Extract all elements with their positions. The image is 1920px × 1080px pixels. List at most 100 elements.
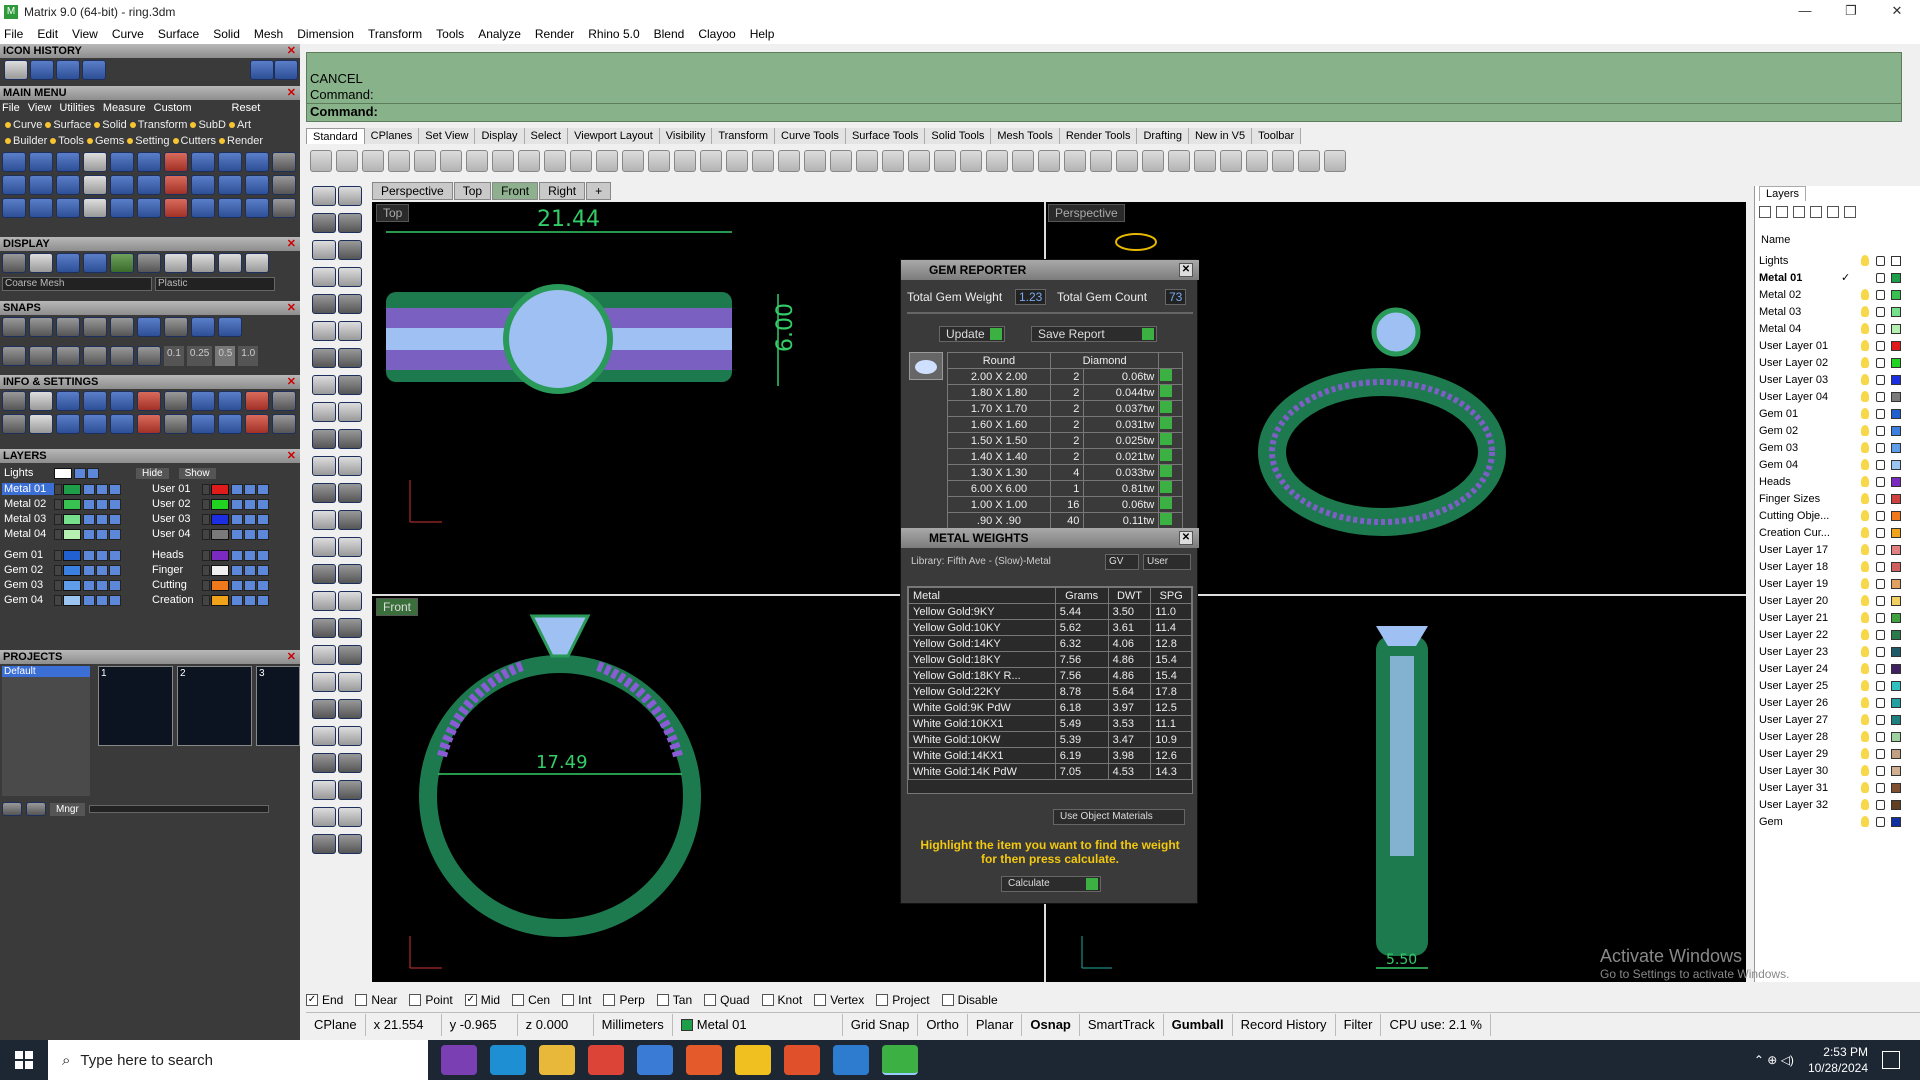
main-menu-custom[interactable]: Custom bbox=[154, 102, 192, 114]
menu-tools[interactable]: Tools bbox=[436, 27, 464, 41]
expand-icon[interactable] bbox=[202, 579, 210, 591]
expand-icon[interactable] bbox=[202, 498, 210, 510]
layer-color-swatch[interactable] bbox=[63, 564, 81, 576]
tool-button[interactable] bbox=[338, 591, 362, 611]
tool-button[interactable] bbox=[56, 317, 80, 337]
gem-select-icon[interactable] bbox=[1158, 384, 1183, 401]
main-menu-solid[interactable]: Solid bbox=[102, 119, 126, 131]
toolbar-button[interactable] bbox=[362, 150, 384, 172]
close-icon[interactable]: ✕ bbox=[287, 301, 296, 315]
tool-button[interactable] bbox=[245, 152, 269, 172]
tool-button[interactable] bbox=[110, 317, 134, 337]
grid-snap-toggle[interactable]: Grid Snap bbox=[843, 1013, 919, 1036]
metal-row[interactable]: Yellow Gold:18KY 7.56 4.86 15.4 bbox=[908, 651, 1192, 668]
metal-row[interactable]: Yellow Gold:18KY R... 7.56 4.86 15.4 bbox=[908, 667, 1192, 684]
tool-button[interactable] bbox=[338, 240, 362, 260]
tool-button[interactable] bbox=[218, 391, 242, 411]
lock-icon[interactable] bbox=[96, 483, 108, 495]
snap-grid-tool[interactable] bbox=[137, 346, 161, 366]
checkbox[interactable] bbox=[512, 994, 525, 1006]
checkbox[interactable] bbox=[814, 994, 827, 1006]
tool-button[interactable] bbox=[83, 391, 107, 411]
tab-select[interactable]: Select bbox=[524, 128, 569, 144]
layer-color-swatch[interactable] bbox=[1891, 528, 1901, 538]
material-mode-select[interactable]: Plastic bbox=[155, 277, 275, 291]
visibility-icon[interactable] bbox=[83, 549, 95, 561]
gem-select-icon[interactable] bbox=[1158, 400, 1183, 417]
bulb-icon[interactable] bbox=[1861, 510, 1869, 521]
tool-button[interactable] bbox=[137, 152, 161, 172]
tool-button[interactable] bbox=[218, 253, 242, 273]
tab-cplanes[interactable]: CPlanes bbox=[364, 128, 420, 144]
tool-button[interactable] bbox=[110, 175, 134, 195]
gem-select-icon[interactable] bbox=[1158, 448, 1183, 465]
lock-icon[interactable] bbox=[96, 528, 108, 540]
gem-row[interactable]: 1.30 X 1.30 4 0.033tw bbox=[947, 464, 1183, 481]
menu-rhino-5-0[interactable]: Rhino 5.0 bbox=[588, 27, 639, 41]
record-history-toggle[interactable]: Record History bbox=[1233, 1013, 1336, 1036]
snap-int[interactable]: Int bbox=[562, 993, 591, 1007]
tool-button[interactable] bbox=[338, 645, 362, 665]
tab-new-in-v5[interactable]: New in V5 bbox=[1188, 128, 1253, 144]
snap-grid-tool[interactable] bbox=[110, 346, 134, 366]
minimize-button[interactable]: — bbox=[1782, 0, 1828, 24]
toolbar-button[interactable] bbox=[414, 150, 436, 172]
tool-button[interactable] bbox=[83, 198, 107, 218]
lock-icon[interactable] bbox=[1876, 630, 1885, 640]
layer-item[interactable]: User Layer 02 bbox=[1759, 356, 1915, 370]
bulb-icon[interactable] bbox=[1861, 340, 1869, 351]
visibility-icon[interactable] bbox=[231, 579, 243, 591]
tab-toolbar[interactable]: Toolbar bbox=[1252, 128, 1302, 144]
bulb-icon[interactable] bbox=[1861, 663, 1869, 674]
toolbar-button[interactable] bbox=[622, 150, 644, 172]
lock-icon[interactable] bbox=[1876, 273, 1885, 283]
select-icon[interactable] bbox=[109, 594, 121, 606]
visibility-icon[interactable] bbox=[83, 498, 95, 510]
checkbox[interactable] bbox=[876, 994, 889, 1006]
toolbar-button[interactable] bbox=[726, 150, 748, 172]
menu-dimension[interactable]: Dimension bbox=[297, 27, 354, 41]
lock-icon[interactable] bbox=[1876, 528, 1885, 538]
visibility-icon[interactable] bbox=[83, 564, 95, 576]
metal-row[interactable]: White Gold:10KW 5.39 3.47 10.9 bbox=[908, 731, 1192, 748]
expand-icon[interactable] bbox=[54, 498, 62, 510]
tool-button[interactable] bbox=[2, 317, 26, 337]
tool-button[interactable] bbox=[312, 348, 336, 368]
visibility-icon[interactable] bbox=[231, 513, 243, 525]
menu-transform[interactable]: Transform bbox=[368, 27, 422, 41]
bulb-icon[interactable] bbox=[1861, 323, 1869, 334]
main-menu-builder[interactable]: Builder bbox=[13, 135, 47, 147]
snap-end[interactable]: ✓ End bbox=[306, 993, 343, 1007]
gem-row[interactable]: 6.00 X 6.00 1 0.81tw bbox=[947, 480, 1183, 497]
layer-color-swatch[interactable] bbox=[63, 513, 81, 525]
tool-button[interactable] bbox=[245, 391, 269, 411]
toolbar-button[interactable] bbox=[1038, 150, 1060, 172]
snap-project[interactable]: Project bbox=[876, 993, 930, 1007]
lock-icon[interactable] bbox=[1876, 426, 1885, 436]
menu-mesh[interactable]: Mesh bbox=[254, 27, 283, 41]
toolbar-button[interactable] bbox=[830, 150, 852, 172]
layer-row[interactable]: User 02 bbox=[150, 497, 270, 511]
gem-row[interactable]: 1.70 X 1.70 2 0.037tw bbox=[947, 400, 1183, 417]
bulb-icon[interactable] bbox=[1861, 357, 1869, 368]
visibility-icon[interactable] bbox=[231, 594, 243, 606]
matrix-icon[interactable] bbox=[882, 1045, 918, 1075]
layer-row[interactable]: Heads bbox=[150, 548, 270, 562]
show-button[interactable]: Show bbox=[178, 467, 216, 479]
menu-clayoo[interactable]: Clayoo bbox=[698, 27, 735, 41]
bulb-icon[interactable] bbox=[1861, 442, 1869, 453]
bulb-icon[interactable] bbox=[1861, 612, 1869, 623]
gem-row[interactable]: 1.80 X 1.80 2 0.044tw bbox=[947, 384, 1183, 401]
layer-item[interactable]: User Layer 21 bbox=[1759, 611, 1915, 625]
tool-button[interactable] bbox=[272, 152, 296, 172]
tool-button[interactable] bbox=[338, 807, 362, 827]
tool-button[interactable] bbox=[2, 253, 26, 273]
osnap-toggle[interactable]: Osnap bbox=[1022, 1013, 1080, 1036]
bulb-icon[interactable] bbox=[1861, 646, 1869, 657]
select-icon[interactable] bbox=[109, 549, 121, 561]
tool-button[interactable] bbox=[2, 175, 26, 195]
menu-curve[interactable]: Curve bbox=[112, 27, 144, 41]
file-explorer-icon[interactable] bbox=[539, 1045, 575, 1075]
tab-solid-tools[interactable]: Solid Tools bbox=[925, 128, 992, 144]
tool-button[interactable] bbox=[164, 414, 188, 434]
